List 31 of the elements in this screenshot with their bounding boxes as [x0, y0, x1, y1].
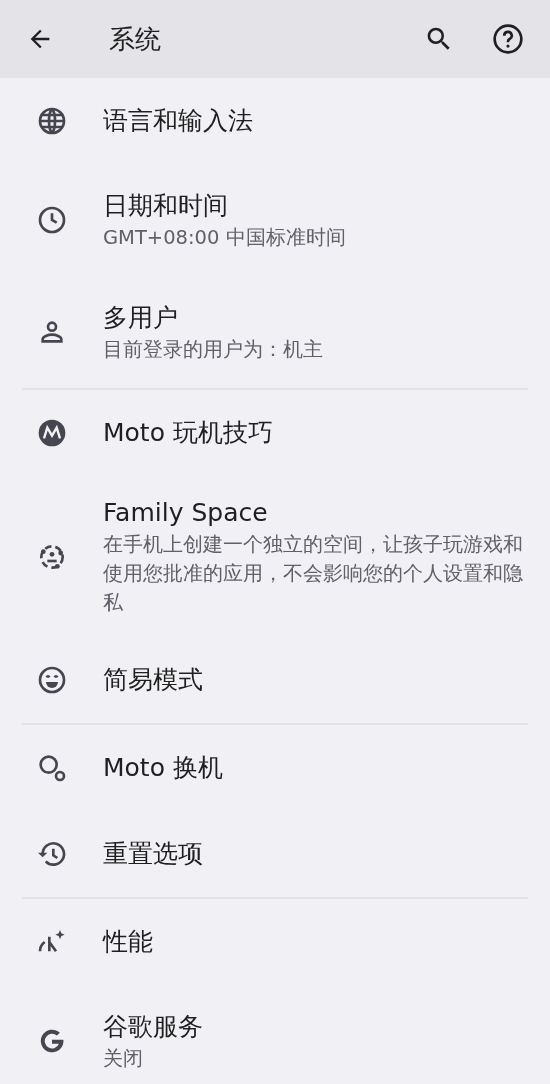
help-icon[interactable] [492, 23, 524, 55]
settings-item[interactable]: Family Space 在手机上创建一个独立的空间，让孩子玩游戏和使用您批准的应用，不会影响您的个人设置和隐私 [0, 476, 550, 637]
logo-icon [36, 417, 68, 449]
item-subtitle: 关闭 [103, 1045, 144, 1072]
item-title: Moto 换机 [103, 752, 223, 784]
item-title: 谷歌服务 [103, 1010, 203, 1043]
settings-item[interactable]: Moto 玩机技巧 [0, 390, 550, 476]
globe-icon [36, 105, 68, 137]
settings-item[interactable]: 重置选项 [0, 811, 550, 897]
item-subtitle: GMT+08:00 中国标准时间 [103, 224, 346, 251]
settings-item[interactable]: 日期和时间 GMT+08:00 中国标准时间 [0, 164, 550, 276]
item-title: 日期和时间 [103, 189, 229, 222]
settings-item[interactable]: Moto 换机 [0, 725, 550, 811]
item-title: 多用户 [103, 301, 179, 334]
settings-item[interactable]: 语言和输入法 [0, 78, 550, 164]
settings-item[interactable]: 简易模式 [0, 637, 550, 723]
screen-title: 系统 [109, 22, 162, 56]
settings-item[interactable]: 谷歌服务 关闭 [0, 985, 550, 1084]
item-title: Family Space [103, 497, 269, 529]
item-subtitle: 目前登录的用户为：机主 [103, 336, 323, 363]
item-title: Moto 玩机技巧 [103, 417, 273, 449]
settings-item[interactable]: 多用户 目前登录的用户为：机主 [0, 276, 550, 388]
circles-icon [36, 752, 68, 784]
item-title: 简易模式 [103, 664, 203, 696]
item-subtitle: 在手机上创建一个独立的空间，让孩子玩游戏和使用您批准的应用，不会影响您的个人设置和隐私 [103, 532, 524, 616]
clock-icon [36, 204, 68, 236]
item-title: 语言和输入法 [103, 105, 253, 137]
smiley-icon [36, 664, 68, 696]
settings-item[interactable]: 性能 [0, 899, 550, 985]
item-title: 重置选项 [103, 838, 203, 870]
item-title: 性能 [103, 926, 153, 958]
